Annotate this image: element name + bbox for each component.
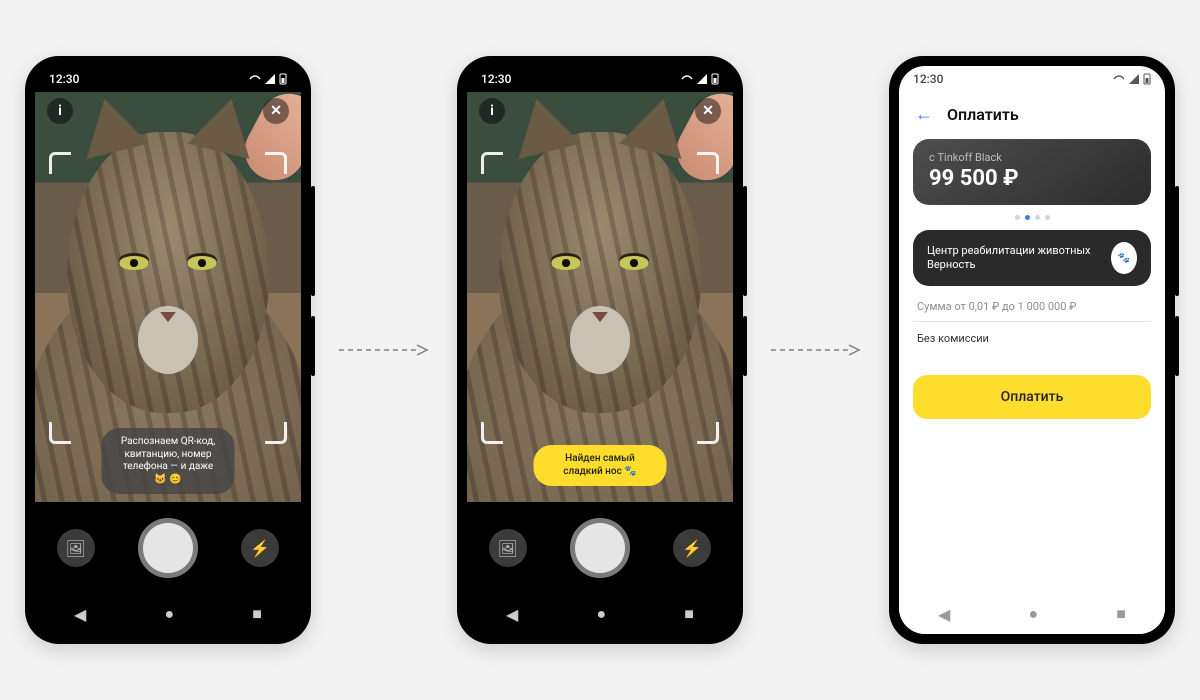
info-icon[interactable]: i — [47, 98, 73, 124]
scan-frame-corner — [49, 152, 71, 174]
nav-home-icon[interactable]: ● — [164, 604, 174, 624]
camera-controls: 🖼 ⚡ — [35, 502, 301, 594]
statusbar: 12:30 — [467, 66, 733, 92]
nav-recent-icon[interactable]: ■ — [1116, 604, 1126, 624]
camera-controls: 🖼 ⚡ — [467, 502, 733, 594]
shutter-button[interactable] — [570, 518, 630, 578]
status-icons — [1113, 73, 1151, 85]
gallery-button[interactable]: 🖼 — [489, 529, 527, 567]
flash-button[interactable]: ⚡ — [673, 529, 711, 567]
payment-header: ← Оплатить — [899, 92, 1165, 135]
screen-scan: 12:30 i ✕ — [35, 66, 301, 634]
camera-viewport: i ✕ Распознаем QR-код, квитанцию, номер … — [35, 92, 301, 594]
info-icon[interactable]: i — [479, 98, 505, 124]
scan-frame-corner — [49, 422, 71, 444]
fee-label: Без комиссии — [917, 332, 1147, 345]
nav-back-icon[interactable]: ◀ — [506, 605, 518, 624]
scan-hint-pill: Распознаем QR-код, квитанцию, номер теле… — [102, 428, 235, 494]
recipient-card[interactable]: Центр реабилитации животных Верность 🐾 — [913, 230, 1151, 286]
screen-detected: 12:30 i ✕ — [467, 66, 733, 634]
phone-mockup-scan: 12:30 i ✕ — [25, 56, 311, 644]
source-card-subtitle: с Tinkoff Black — [929, 151, 1135, 164]
divider — [913, 321, 1151, 322]
phone-mockup-payment: 12:30 ← Оплатить с Tinkoff Black 99 500 … — [889, 56, 1175, 644]
scan-frame-corner — [697, 152, 719, 174]
card-pager — [899, 215, 1165, 220]
nav-home-icon[interactable]: ● — [1028, 604, 1038, 624]
nav-recent-icon[interactable]: ■ — [252, 604, 262, 624]
pay-button[interactable]: Оплатить — [913, 375, 1151, 419]
status-time: 12:30 — [481, 72, 511, 86]
status-icons — [681, 73, 719, 85]
phone-mockup-detected: 12:30 i ✕ — [457, 56, 743, 644]
nav-back-icon[interactable]: ◀ — [938, 605, 950, 624]
scan-frame-corner — [481, 152, 503, 174]
gallery-button[interactable]: 🖼 — [57, 529, 95, 567]
amount-hint: Сумма от 0,01 ₽ до 1 000 000 ₽ — [917, 300, 1147, 313]
screen-payment: 12:30 ← Оплатить с Tinkoff Black 99 500 … — [899, 66, 1165, 634]
scan-frame-corner — [265, 422, 287, 444]
back-arrow-icon[interactable]: ← — [915, 104, 933, 125]
source-card[interactable]: с Tinkoff Black 99 500 ₽ — [913, 139, 1151, 205]
detection-result-pill[interactable]: Найден самый сладкий нос 🐾 — [534, 445, 667, 486]
flow-arrow-icon — [771, 343, 861, 357]
camera-viewport: i ✕ Найден самый сладкий нос 🐾 🖼 ⚡ — [467, 92, 733, 594]
flash-button[interactable]: ⚡ — [241, 529, 279, 567]
status-icons — [249, 73, 287, 85]
recipient-name: Центр реабилитации животных Верность — [927, 244, 1101, 273]
nav-recent-icon[interactable]: ■ — [684, 604, 694, 624]
close-icon[interactable]: ✕ — [263, 98, 289, 124]
android-navbar: ◀ ● ■ — [35, 594, 301, 634]
scan-frame-corner — [481, 422, 503, 444]
statusbar: 12:30 — [899, 66, 1165, 92]
statusbar: 12:30 — [35, 66, 301, 92]
flow-arrow-icon — [339, 343, 429, 357]
scan-frame-corner — [697, 422, 719, 444]
status-time: 12:30 — [913, 72, 943, 86]
android-navbar: ◀ ● ■ — [467, 594, 733, 634]
android-navbar: ◀ ● ■ — [899, 594, 1165, 634]
recipient-avatar: 🐾 — [1111, 242, 1137, 274]
scan-frame-corner — [265, 152, 287, 174]
page-title: Оплатить — [947, 105, 1019, 124]
source-card-balance: 99 500 ₽ — [929, 166, 1135, 191]
shutter-button[interactable] — [138, 518, 198, 578]
nav-back-icon[interactable]: ◀ — [74, 605, 86, 624]
nav-home-icon[interactable]: ● — [596, 604, 606, 624]
status-time: 12:30 — [49, 72, 79, 86]
close-icon[interactable]: ✕ — [695, 98, 721, 124]
